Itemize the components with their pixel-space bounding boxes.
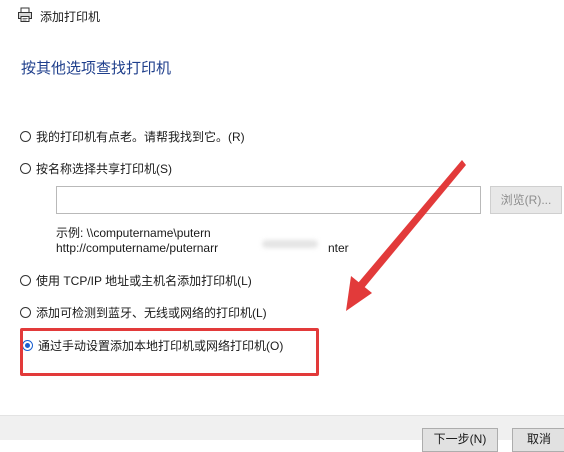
next-button[interactable]: 下一步(N): [422, 428, 498, 452]
cancel-button[interactable]: 取消: [512, 428, 564, 452]
annotation-arrow-icon: [346, 160, 466, 311]
